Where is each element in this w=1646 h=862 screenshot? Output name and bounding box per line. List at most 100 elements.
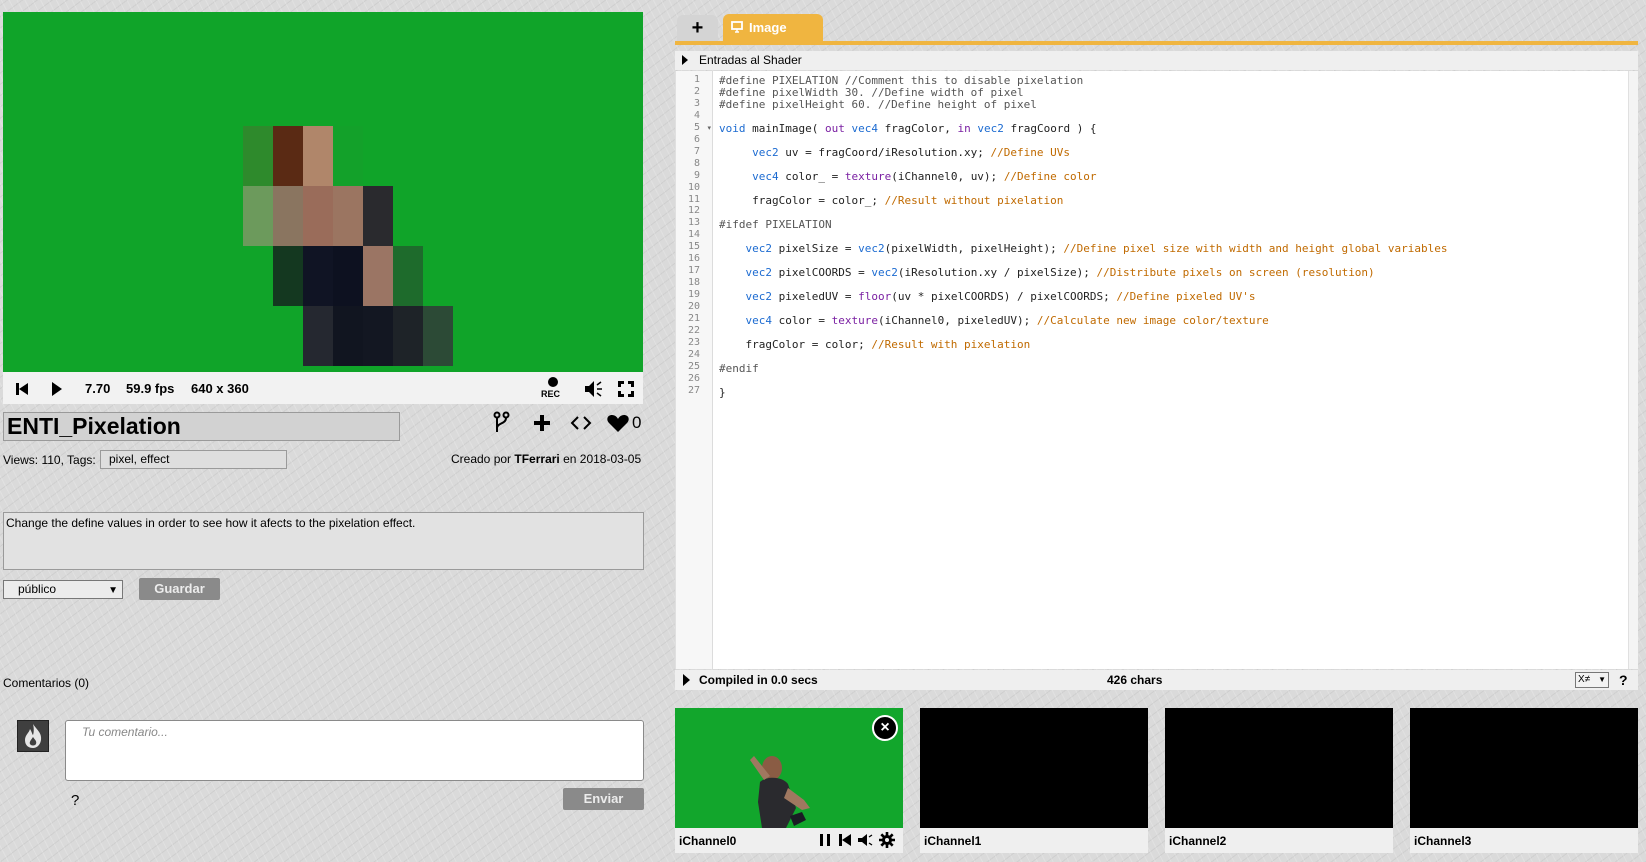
- video-figure: [750, 756, 810, 828]
- editor-help-link[interactable]: ?: [1619, 672, 1628, 688]
- channel-0[interactable]: × iChannel0: [675, 708, 903, 853]
- code-line: #ifdef PIXELATION: [719, 218, 832, 231]
- compile-status: Compiled in 0.0 secs: [699, 673, 818, 687]
- pixel-block: [333, 306, 363, 366]
- code-editor[interactable]: 1 2 3 4 5 ▾ 6 7 8 9 10 11 12 13 14 15 16 17 18 19 20 21 22 23 24…: [675, 71, 1638, 669]
- char-count: 426 chars: [1107, 673, 1163, 687]
- pixel-block: [423, 306, 453, 366]
- tab-image-label: Image: [749, 20, 787, 35]
- channel-2-preview[interactable]: [1165, 708, 1393, 828]
- code-line: vec4 color = texture(iChannel0, pixeledU…: [745, 314, 1269, 327]
- shader-canvas[interactable]: [3, 12, 643, 372]
- player-controls-bar: 7.70 59.9 fps 640 x 360 REC: [3, 372, 643, 404]
- pixel-block: [363, 246, 393, 306]
- line-number: 16: [687, 253, 700, 265]
- line-number: 22: [687, 324, 700, 336]
- pause-icon[interactable]: [817, 832, 833, 848]
- pixel-block: [393, 306, 423, 366]
- tags-field[interactable]: pixel, effect: [100, 450, 287, 469]
- line-number: 21: [687, 313, 700, 324]
- line-number: 27: [687, 384, 700, 396]
- fold-arrow-icon[interactable]: ▾: [707, 124, 711, 132]
- pixel-block: [303, 126, 333, 186]
- player-time: 7.70: [85, 380, 111, 396]
- compile-play-icon[interactable]: [683, 674, 690, 686]
- tab-image[interactable]: Image: [723, 14, 823, 42]
- heart-icon[interactable]: [606, 410, 630, 436]
- created-prefix: Creado por: [451, 452, 512, 466]
- comments-heading: Comentarios (0): [3, 676, 90, 690]
- player-resolution: 640 x 360: [191, 380, 249, 396]
- line-number: 2: [693, 85, 700, 97]
- record-button[interactable]: REC: [541, 376, 565, 402]
- rewind-icon[interactable]: [837, 832, 853, 848]
- volume-icon[interactable]: [582, 378, 604, 400]
- author-link[interactable]: TFerrari: [514, 452, 559, 466]
- line-number: 5: [693, 121, 700, 133]
- line-number: 19: [687, 289, 700, 301]
- line-number: 4: [693, 109, 700, 121]
- code-line: vec4 color_ = texture(iChannel0, uv); //…: [752, 170, 1097, 183]
- line-number: 13: [687, 217, 700, 229]
- line-number: 14: [687, 229, 700, 241]
- code-line: vec2 pixelCOORDS = vec2(iResolution.xy /…: [745, 266, 1375, 279]
- channel-1-preview[interactable]: [920, 708, 1148, 828]
- line-number: 9: [693, 169, 700, 181]
- pixel-block: [273, 246, 303, 306]
- pixel-block: [273, 126, 303, 186]
- channel-2-label-bar: iChannel2: [1165, 828, 1393, 853]
- font-size-value: X≠: [1578, 674, 1591, 685]
- line-number: 7: [693, 145, 700, 157]
- gear-icon[interactable]: [879, 832, 895, 848]
- channel-1-label: iChannel1: [924, 834, 982, 848]
- channel-3-label: iChannel3: [1414, 834, 1472, 848]
- line-number: 26: [687, 372, 700, 384]
- channel-0-preview[interactable]: ×: [675, 708, 903, 828]
- created-date: en 2018-03-05: [563, 452, 642, 466]
- comment-input[interactable]: Tu comentario...: [65, 720, 644, 781]
- fullscreen-icon[interactable]: [615, 378, 637, 400]
- line-number: 12: [687, 205, 700, 217]
- line-number: 18: [687, 277, 700, 289]
- add-icon[interactable]: [531, 410, 553, 436]
- rewind-icon[interactable]: [11, 378, 33, 400]
- send-comment-button[interactable]: Enviar: [563, 788, 644, 810]
- channel-0-close-button[interactable]: ×: [872, 715, 898, 741]
- channel-2-label: iChannel2: [1169, 834, 1227, 848]
- channel-2[interactable]: iChannel2: [1165, 708, 1393, 853]
- fork-icon[interactable]: [493, 410, 511, 436]
- code-line: fragColor = color_; //Result without pix…: [719, 194, 1064, 207]
- editor-status-bar: Compiled in 0.0 secs 426 chars X≠ ▼ ?: [675, 670, 1638, 690]
- tab-add[interactable]: +: [677, 15, 718, 42]
- code-line: #endif: [719, 362, 759, 375]
- font-size-select[interactable]: X≠ ▼: [1575, 672, 1609, 688]
- editor-scrollbar[interactable]: [1628, 71, 1638, 669]
- shader-title-field[interactable]: ENTI_Pixelation: [3, 412, 400, 441]
- channel-1[interactable]: iChannel1: [920, 708, 1148, 853]
- description-field[interactable]: Change the define values in order to see…: [3, 512, 644, 570]
- comment-help-link[interactable]: ?: [71, 792, 79, 809]
- channel-3-preview[interactable]: [1410, 708, 1638, 828]
- shader-inputs-toggle[interactable]: Entradas al Shader: [675, 51, 1638, 70]
- play-icon[interactable]: [45, 378, 67, 400]
- visibility-select[interactable]: público ▼: [3, 580, 123, 599]
- pixel-block: [333, 186, 363, 246]
- line-number: 17: [687, 265, 700, 277]
- volume-icon[interactable]: [857, 832, 873, 848]
- save-button[interactable]: Guardar: [139, 578, 220, 600]
- rec-label: REC: [541, 389, 561, 399]
- pixel-block: [243, 186, 273, 246]
- line-number: 10: [687, 181, 700, 193]
- shader-player: 7.70 59.9 fps 640 x 360 REC: [3, 12, 643, 404]
- channel-3[interactable]: iChannel3: [1410, 708, 1638, 853]
- pixel-block: [303, 306, 333, 366]
- avatar: [17, 720, 49, 752]
- embed-code-icon[interactable]: [569, 410, 593, 436]
- code-line: }: [719, 386, 726, 399]
- pixel-block: [333, 246, 363, 306]
- visibility-value: público: [18, 582, 57, 596]
- code-line: void mainImage( out vec4 fragColor, in v…: [719, 122, 1097, 135]
- expand-triangle-icon: [682, 55, 688, 65]
- line-number: 20: [687, 301, 700, 313]
- views-and-tags-label: Views: 110, Tags:: [3, 453, 96, 467]
